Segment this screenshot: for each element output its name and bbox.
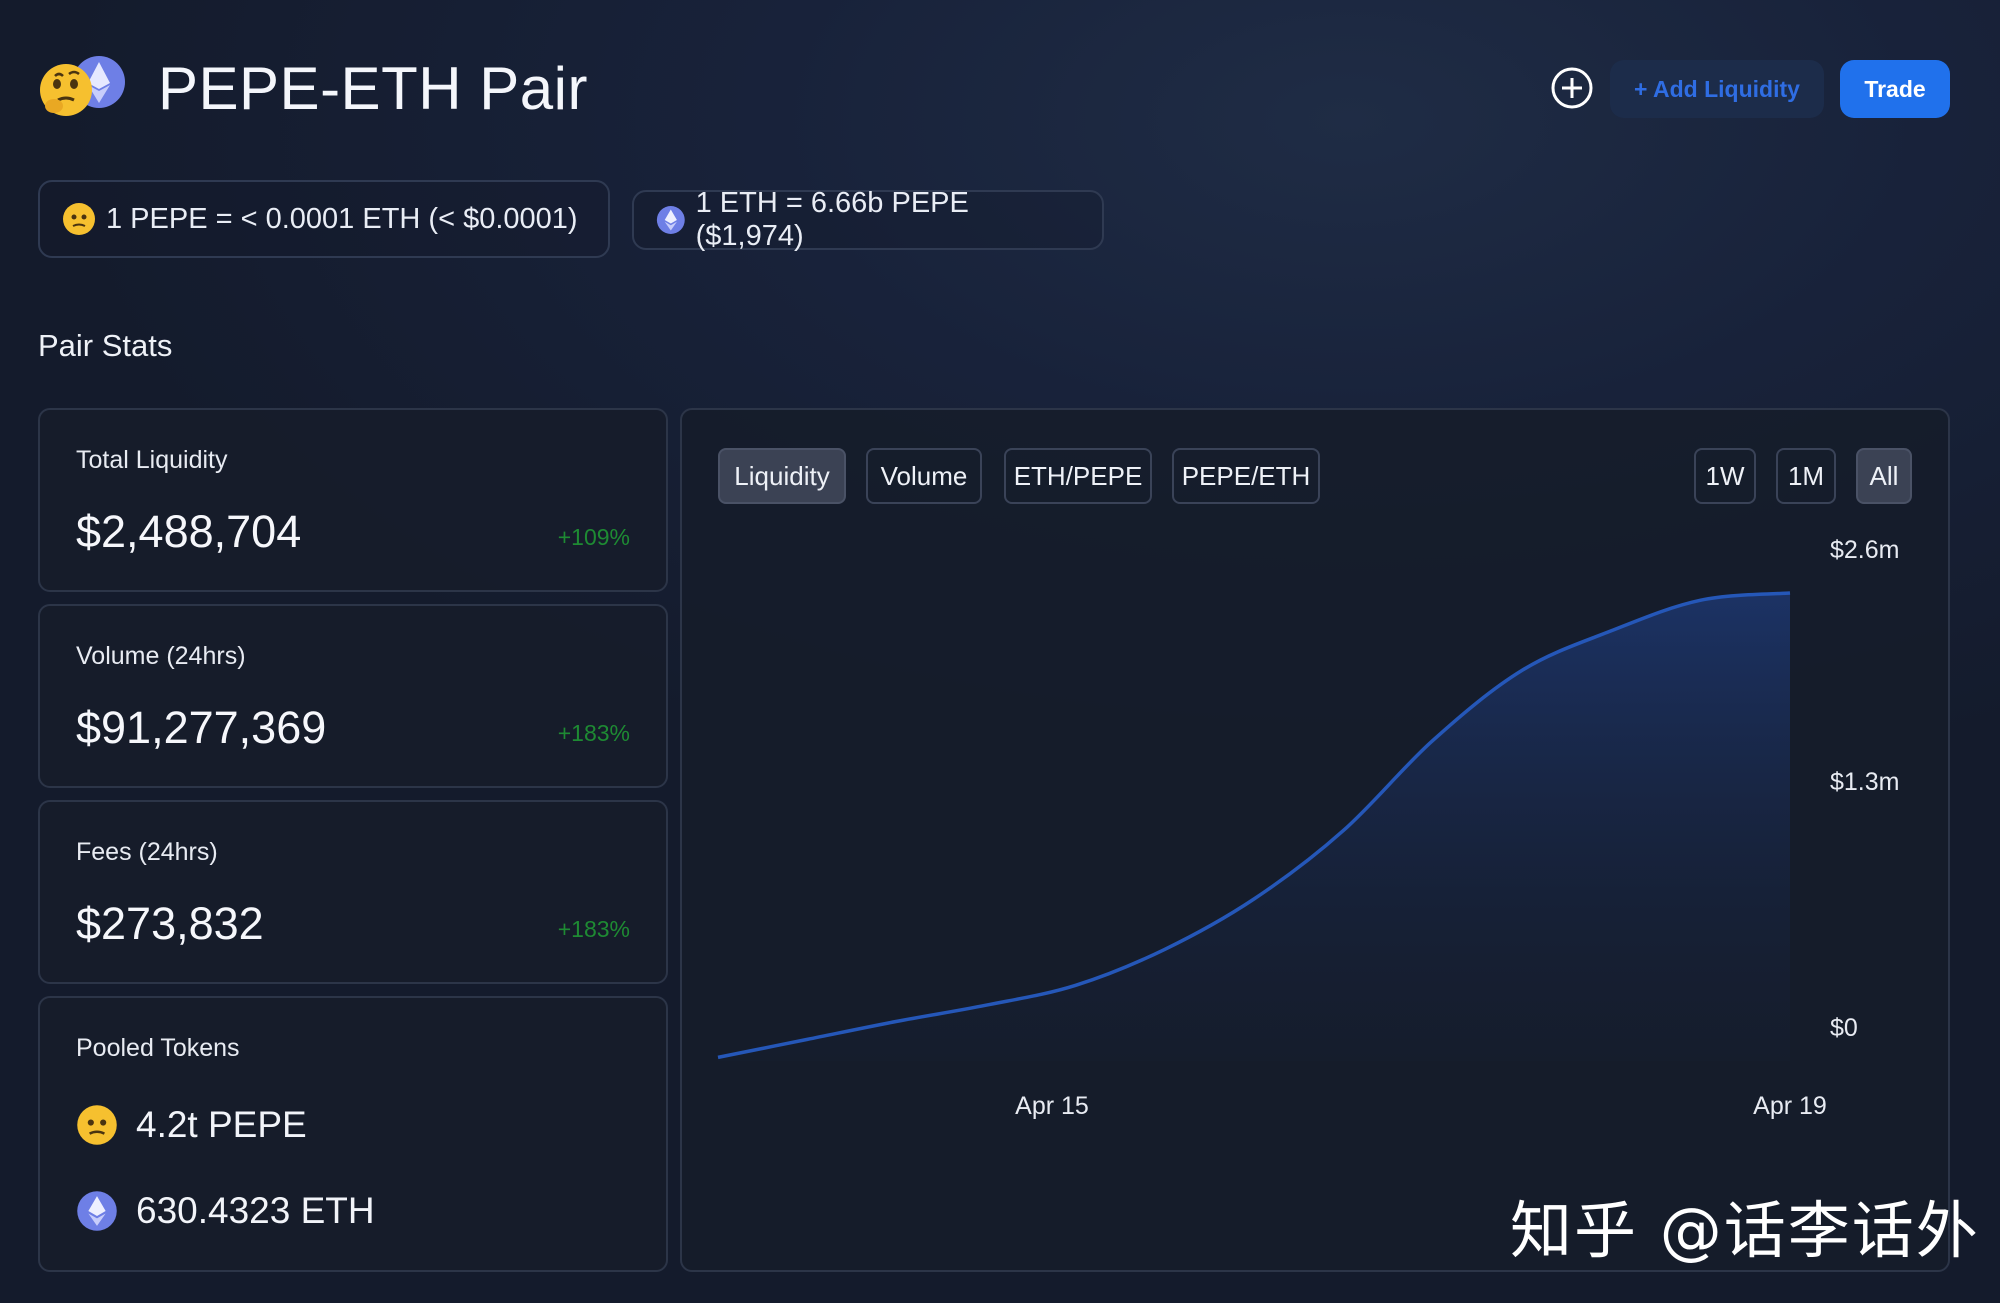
- fees-change: +183%: [557, 916, 630, 942]
- pair-stats-title: Pair Stats: [38, 328, 173, 363]
- pooled-eth-amount: 630.4323 ETH: [136, 1190, 375, 1231]
- liquidity-area-fill: [718, 593, 1790, 1061]
- x-tick-label: Apr 15: [1015, 1092, 1089, 1120]
- fees-card: Fees (24hrs) $273,832 +183%: [38, 800, 668, 984]
- pepe-token-icon: [63, 203, 95, 235]
- page-header: PEPE-ETH Pair + Add Liquidity Trade: [38, 48, 1962, 148]
- trade-button[interactable]: Trade: [1840, 60, 1950, 118]
- watermark-text: 知乎 @话李话外: [1510, 1194, 1980, 1267]
- volume-change: +183%: [557, 720, 630, 746]
- total-liquidity-card: Total Liquidity $2,488,704 +109%: [38, 408, 668, 592]
- volume-card: Volume (24hrs) $91,277,369 +183%: [38, 604, 668, 788]
- liquidity-area-chart: $2.6m $1.3m $0 Apr 15 Apr 19: [717, 536, 1899, 1120]
- volume-label: Volume (24hrs): [76, 642, 246, 670]
- eth-token-icon: [77, 1191, 117, 1231]
- pepe-price-text: 1 PEPE = < 0.0001 ETH (< $0.0001): [106, 202, 578, 235]
- pooled-eth-row: 630.4323 ETH: [76, 1190, 375, 1232]
- pepe-price-pill: 1 PEPE = < 0.0001 ETH (< $0.0001): [38, 180, 610, 258]
- fees-value: $273,832: [76, 898, 264, 949]
- pooled-pepe-amount: 4.2t PEPE: [136, 1104, 307, 1145]
- fees-label: Fees (24hrs): [76, 838, 218, 866]
- y-tick-label: $1.3m: [1830, 768, 1899, 796]
- y-tick-label: $0: [1830, 1014, 1858, 1042]
- chart-panel: Liquidity Volume ETH/PEPE PEPE/ETH 1W 1M…: [680, 408, 1950, 1272]
- x-tick-label: Apr 19: [1753, 1092, 1827, 1120]
- volume-value: $91,277,369: [76, 702, 327, 753]
- add-liquidity-button[interactable]: + Add Liquidity: [1610, 60, 1824, 118]
- pepe-eth-pair-icon: [40, 56, 125, 116]
- pooled-pepe-row: 4.2t PEPE: [76, 1104, 307, 1146]
- total-liquidity-change: +109%: [557, 524, 630, 550]
- eth-price-text: 1 ETH = 6.66b PEPE ($1,974): [695, 187, 969, 252]
- total-liquidity-label: Total Liquidity: [76, 446, 228, 474]
- pepe-token-icon: [77, 1105, 117, 1145]
- eth-price-pill: 1 ETH = 6.66b PEPE ($1,974): [632, 187, 1104, 252]
- total-liquidity-value: $2,488,704: [76, 506, 302, 557]
- pooled-tokens-label: Pooled Tokens: [76, 1034, 240, 1062]
- y-tick-label: $2.6m: [1830, 536, 1899, 564]
- page-title: PEPE-ETH Pair: [158, 55, 588, 122]
- eth-token-icon: [656, 206, 685, 234]
- pooled-tokens-card: Pooled Tokens 4.2t PEPE 630.4323 ETH: [38, 996, 668, 1272]
- plus-circle-icon[interactable]: [1550, 66, 1594, 110]
